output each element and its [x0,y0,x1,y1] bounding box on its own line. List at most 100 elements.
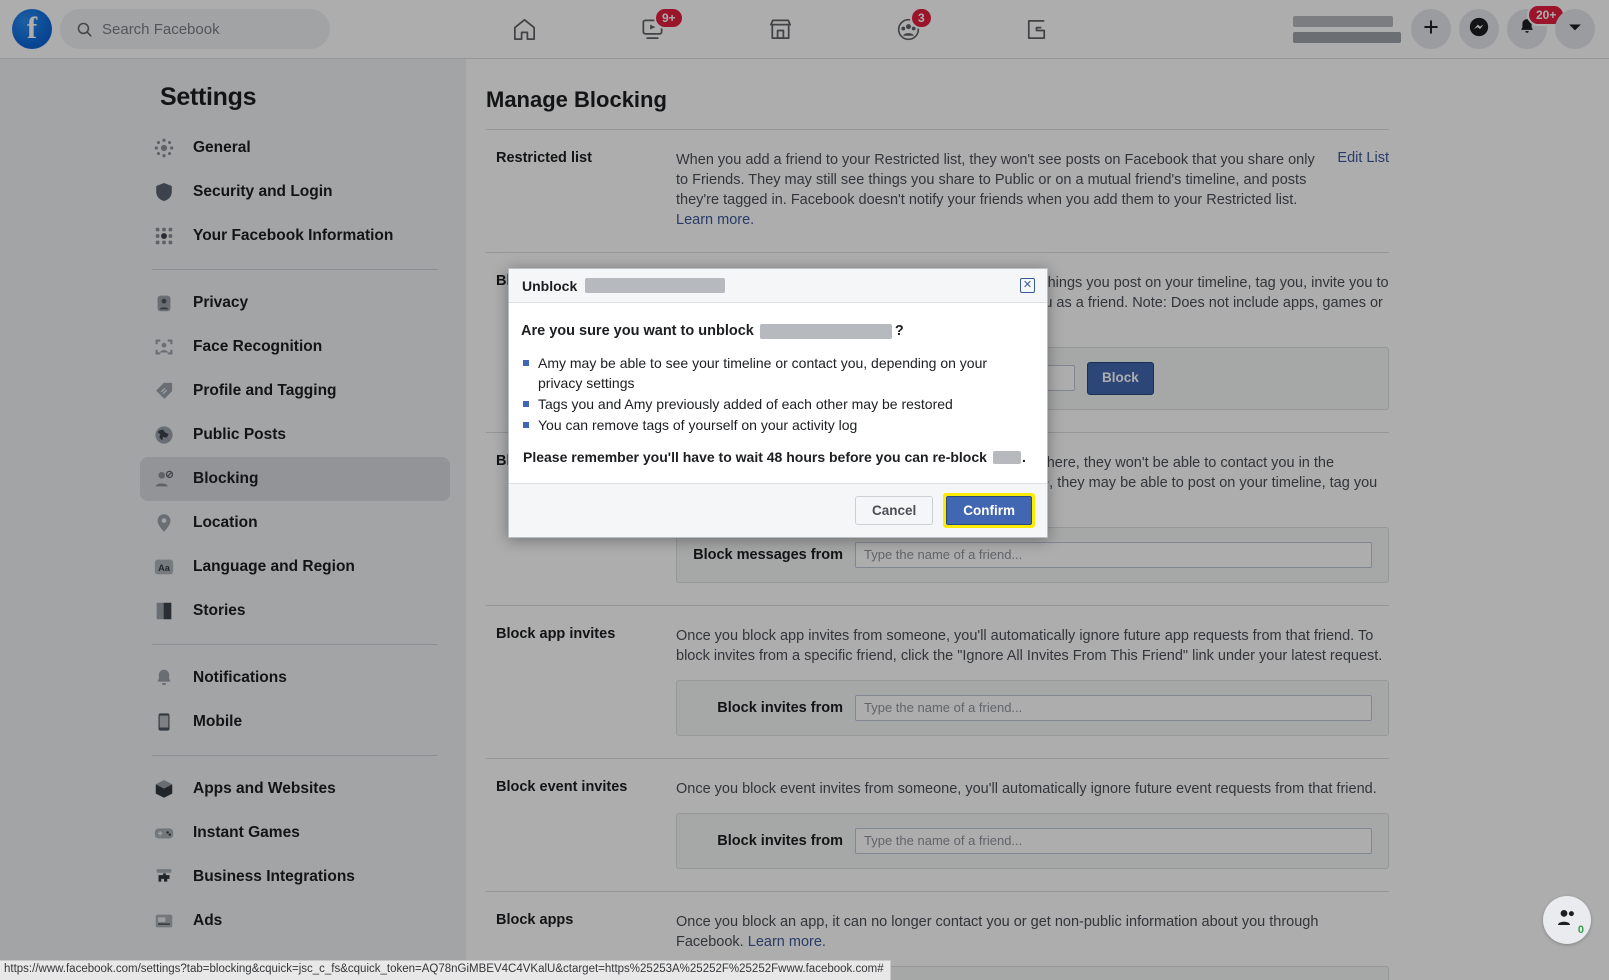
sidebar-item-your-facebook-information[interactable]: Your Facebook Information [140,214,450,258]
dialog-bullet: Amy may be able to see your timeline or … [521,353,1035,393]
section-label: Restricted list [496,150,592,166]
dialog-question-suffix: ? [894,323,904,339]
sidebar-item-mobile[interactable]: Mobile [140,700,450,744]
dialog-title-text: Unblock [522,277,578,294]
nav-tab-watch[interactable]: 9+ [620,6,684,52]
sidebar-item-notifications[interactable]: Notifications [140,656,450,700]
sidebar-group-apps: Apps and Websites Instant Games Business… [140,767,450,943]
phone-icon [152,710,176,734]
settings-sidebar: Settings General Security and Login Your… [0,59,466,980]
contacts-count-badge: 0 [1577,924,1584,936]
sidebar-item-privacy[interactable]: Privacy [140,281,450,325]
dialog-note-redacted-name [992,450,1021,464]
sidebar-item-location[interactable]: Location [140,501,450,545]
edit-list-link[interactable]: Edit List [1315,150,1389,230]
block-event-invites-input[interactable]: Type the name of a friend... [855,827,1372,854]
sidebar-group-account: General Security and Login Your Facebook… [140,126,450,258]
section-block-app-invites: Block app invites Once you block app inv… [486,606,1389,736]
blocked-user-icon [152,467,176,491]
dialog-body: Are you sure you want to unblock ? Amy m… [509,303,1047,483]
sidebar-item-general[interactable]: General [140,126,450,170]
block-app-invites-input[interactable]: Type the name of a friend... [855,694,1372,721]
create-button[interactable] [1411,9,1451,49]
section-body-text: Once you block app invites from someone,… [676,627,1383,664]
block-event-invites-panel: Block invites from Type the name of a fr… [676,812,1389,869]
section-body-text: Once you block event invites from someon… [676,780,1377,797]
sidebar-item-profile-and-tagging[interactable]: Profile and Tagging [140,369,450,413]
ads-icon [152,909,176,933]
section-body: When you add a friend to your Restricted… [676,150,1315,230]
sidebar-item-label: Your Facebook Information [193,227,394,244]
sidebar-item-security-and-login[interactable]: Security and Login [140,170,450,214]
face-scan-icon [152,335,176,359]
nav-tab-groups[interactable]: 3 [876,6,940,52]
sidebar-group-privacy: Privacy Face Recognition Profile and Tag… [140,281,450,633]
sidebar-item-label: Stories [193,602,246,619]
nav-tabs: 9+ 3 [470,0,1090,59]
sidebar-item-label: Instant Games [193,824,300,841]
sidebar-item-ads[interactable]: Ads [140,899,450,943]
confirm-button[interactable]: Confirm [946,496,1032,526]
section-body-text: When you add a friend to your Restricted… [676,152,1315,208]
book-icon [152,599,176,623]
field-label: Block invites from [717,699,843,716]
sidebar-item-label: Apps and Websites [193,780,336,797]
sidebar-item-public-posts[interactable]: Public Posts [140,413,450,457]
grid-dots-icon [152,224,176,248]
sidebar-item-language-and-region[interactable]: Aa Language and Region [140,545,450,589]
profile-name-redacted[interactable] [1293,15,1403,43]
block-button[interactable]: Block [1087,362,1154,395]
sidebar-item-instant-games[interactable]: Instant Games [140,811,450,855]
block-messages-input[interactable]: Type the name of a friend... [855,541,1372,568]
dialog-note-prefix: Please remember you'll have to wait 48 h… [523,449,987,466]
contacts-chat-button[interactable]: 0 [1543,896,1591,944]
section-restricted-list: Restricted list When you add a friend to… [486,130,1389,230]
sidebar-item-stories[interactable]: Stories [140,589,450,633]
dialog-question-redacted-name [759,323,892,339]
section-label: Block app invites [496,625,616,642]
lock-person-icon [152,291,176,315]
sidebar-item-business-integrations[interactable]: Business Integrations [140,855,450,899]
search-icon [76,21,93,38]
sidebar-item-blocking[interactable]: Blocking [140,457,450,501]
groups-badge: 3 [910,7,933,29]
sidebar-item-label: Location [193,514,258,531]
learn-more-link[interactable]: Learn more. [748,934,826,950]
sidebar-item-label: Blocking [193,470,259,487]
contacts-icon [1555,906,1579,935]
dialog-title-redacted-name [585,278,726,293]
sidebar-item-label: Privacy [193,294,249,311]
messenger-button[interactable] [1459,9,1499,49]
confirm-button-highlight: Confirm [943,493,1035,529]
tag-icon [152,379,176,403]
sidebar-item-label: Notifications [193,669,287,686]
close-icon[interactable]: ✕ [1020,278,1035,293]
nav-tab-home[interactable] [492,6,556,52]
cancel-button[interactable]: Cancel [854,496,934,526]
dialog-footer: Cancel Confirm [509,483,1047,538]
unblock-confirmation-dialog: Unblock ✕ Are you sure you want to unblo… [508,268,1048,539]
shield-icon [152,180,176,204]
field-label: Block messages from [693,546,843,563]
section-body: Once you block app invites from someone,… [676,626,1389,736]
nav-tab-gaming[interactable] [1004,6,1068,52]
learn-more-link[interactable]: Learn more. [676,212,754,228]
dialog-title: Unblock [522,277,726,294]
briefcase-puzzle-icon [152,865,176,889]
sidebar-item-label: Business Integrations [193,868,355,885]
account-menu-button[interactable] [1555,9,1595,49]
dialog-question: Are you sure you want to unblock ? [521,323,1035,339]
page-title: Manage Blocking [486,87,667,112]
sidebar-item-face-recognition[interactable]: Face Recognition [140,325,450,369]
sidebar-item-label: Mobile [193,713,243,730]
plus-icon [1421,17,1441,42]
sidebar-item-apps-and-websites[interactable]: Apps and Websites [140,767,450,811]
sidebar-group-notifications: Notifications Mobile [140,656,450,744]
facebook-logo[interactable]: f [12,9,52,49]
notifications-button[interactable]: 20+ [1507,4,1566,49]
language-aa-icon: Aa [152,555,176,579]
sidebar-title: Settings [160,83,257,111]
nav-tab-marketplace[interactable] [748,6,812,52]
nav-left-group: f Search Facebook [0,9,470,49]
search-input[interactable]: Search Facebook [60,9,330,49]
